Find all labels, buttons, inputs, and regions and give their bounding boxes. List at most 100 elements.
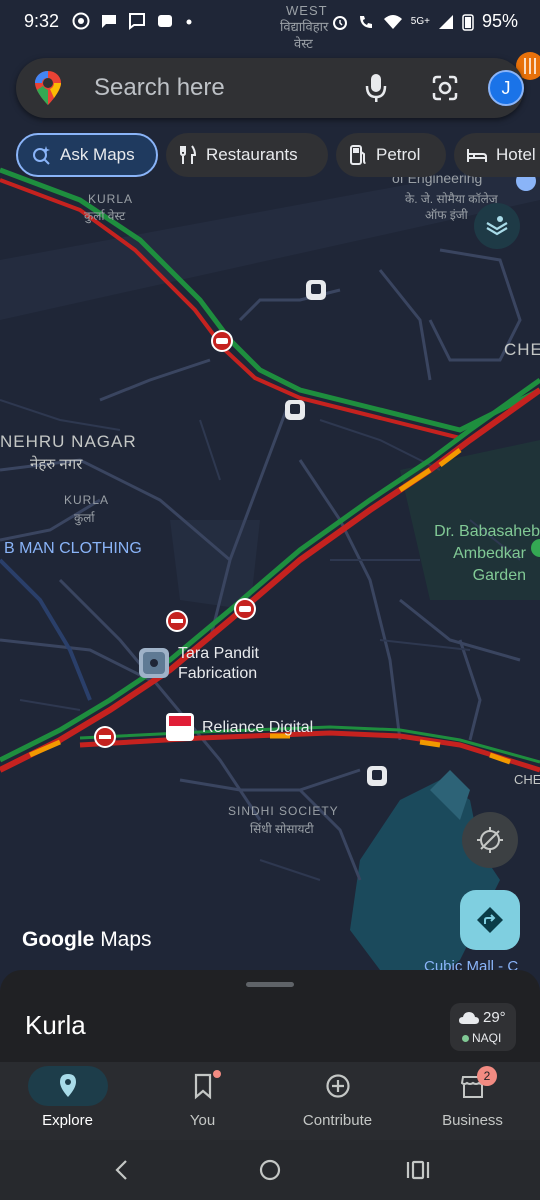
traffic-jam-icon[interactable] xyxy=(234,598,256,620)
directions-button[interactable] xyxy=(460,890,520,950)
whatsapp-icon xyxy=(72,12,90,30)
transit-station-icon[interactable] xyxy=(285,400,305,420)
aqi-label: NAQI xyxy=(472,1031,502,1045)
nav-label: Business xyxy=(442,1112,503,1129)
map-label-tara-pandit[interactable]: Tara Pandit Fabrication xyxy=(178,644,259,684)
map-label-sindhi-society: SINDHI SOCIETY xyxy=(228,804,339,818)
category-chips: Ask Maps Restaurants Petrol Hotel xyxy=(16,133,540,177)
status-bar: 9:32 5G+ 95% xyxy=(0,0,540,46)
traffic-jam-icon[interactable] xyxy=(211,330,233,352)
network-label: 5G+ xyxy=(410,16,430,27)
bottom-sheet[interactable]: Kurla 29° NAQI xyxy=(0,970,540,1062)
road-closed-icon[interactable] xyxy=(166,610,188,632)
google-lens-icon[interactable] xyxy=(430,73,460,103)
search-bar[interactable]: Search here J xyxy=(16,58,524,118)
sparkle-search-icon xyxy=(33,146,50,165)
map-label-ambedkar-garden[interactable]: Dr. Babasaheb Ambedkar Garden xyxy=(414,521,540,587)
aqi-indicator xyxy=(462,1035,469,1042)
google-maps-attribution: Google Maps xyxy=(22,928,152,952)
weather-chip[interactable]: 29° NAQI xyxy=(450,1003,516,1051)
dot-icon xyxy=(186,19,192,25)
signal-icon xyxy=(438,14,453,29)
chip-label: Petrol xyxy=(376,145,421,164)
search-input[interactable]: Search here xyxy=(94,74,225,102)
map-label-kurla-hindi: कुर्ला xyxy=(74,511,95,525)
nav-business[interactable]: 2 Business xyxy=(405,1062,540,1140)
location-pin-icon xyxy=(60,1074,76,1097)
attribution-maps: Maps xyxy=(100,928,152,951)
map-label-engineering-hindi: के. जे. सोमैया कॉलेज xyxy=(405,192,498,206)
nav-label: Explore xyxy=(42,1112,93,1129)
layers-icon xyxy=(486,216,508,236)
location-off-button[interactable] xyxy=(462,812,518,868)
chip-label: Restaurants xyxy=(206,145,298,164)
road-closed-icon[interactable] xyxy=(94,726,116,748)
map-label-che-bottom: CHE xyxy=(514,772,540,787)
weather-temperature: 29° xyxy=(483,1009,506,1026)
map-label-b-man-clothing[interactable]: B MAN CLOTHING xyxy=(4,540,142,558)
tara-line-1: Tara Pandit xyxy=(178,645,259,662)
google-maps-pin-logo xyxy=(35,71,61,105)
bookmark-icon xyxy=(194,1073,212,1100)
battery-icon xyxy=(462,13,474,31)
ambedkar-line-2: Ambedkar xyxy=(453,545,526,562)
reliance-digital-logo[interactable] xyxy=(166,713,194,741)
map-label-che-top: CHE xyxy=(504,340,540,359)
layers-button[interactable] xyxy=(474,203,520,249)
chip-restaurants[interactable]: Restaurants xyxy=(166,133,328,177)
nav-label: You xyxy=(189,1112,216,1129)
battery-percent: 95% xyxy=(481,11,518,31)
bed-icon xyxy=(467,149,487,162)
map-label-kurla: KURLA xyxy=(64,493,110,507)
place-marker-icon[interactable] xyxy=(139,648,169,678)
alarm-icon xyxy=(332,15,347,30)
microphone-icon[interactable] xyxy=(364,72,388,104)
transit-station-icon[interactable] xyxy=(306,280,326,300)
chip-label: Hotel xyxy=(496,145,536,164)
map-label-nehru-nagar-hindi: नेहरु नगर xyxy=(30,456,83,473)
status-time: 9:32 xyxy=(24,11,60,31)
notification-badge: 2 xyxy=(477,1066,497,1086)
nav-you[interactable]: You xyxy=(135,1062,270,1140)
map-label-reliance-digital[interactable]: Reliance Digital xyxy=(202,719,313,737)
location-disabled-icon xyxy=(477,827,503,853)
chat-icon xyxy=(102,15,116,28)
location-title: Kurla xyxy=(25,1010,86,1040)
account-avatar[interactable]: J xyxy=(488,70,524,106)
bottom-navigation: Explore You Contribute 2 Business xyxy=(0,1062,540,1140)
fuel-pump-icon xyxy=(350,145,366,165)
cloud-icon xyxy=(459,1012,479,1024)
home-icon[interactable] xyxy=(258,1158,282,1182)
transit-station-icon[interactable] xyxy=(367,766,387,786)
ambedkar-line-3: Garden xyxy=(472,567,526,584)
notification-dot xyxy=(213,1070,221,1078)
map-label-kurla-west-hindi: कुर्ला वेस्ट xyxy=(84,209,126,223)
ambedkar-line-1: Dr. Babasaheb xyxy=(434,523,540,540)
chip-label: Ask Maps xyxy=(60,145,135,164)
fork-knife-icon xyxy=(180,145,197,164)
status-system-icons: 5G+ 95% xyxy=(331,11,518,32)
map-label-nehru-nagar: NEHRU NAGAR xyxy=(0,432,137,451)
status-notification-icons xyxy=(72,12,194,30)
wifi-call-icon xyxy=(359,15,372,28)
chip-petrol[interactable]: Petrol xyxy=(336,133,446,177)
system-navigation-bar xyxy=(0,1140,540,1200)
recent-apps-icon[interactable] xyxy=(406,1158,430,1182)
nav-explore[interactable]: Explore xyxy=(0,1062,135,1140)
wifi-icon xyxy=(383,14,402,29)
drag-handle[interactable] xyxy=(246,982,294,987)
directions-icon xyxy=(477,907,503,933)
tara-line-2: Fabrication xyxy=(178,665,258,682)
map-label-engineering-hindi-2: ऑफ इंजी xyxy=(425,208,468,222)
map-label-sindhi-society-hindi: सिंधी सोसायटी xyxy=(250,822,314,836)
back-icon[interactable] xyxy=(112,1158,132,1182)
chip-hotels[interactable]: Hotel xyxy=(454,133,540,177)
add-circle-icon xyxy=(326,1074,350,1098)
attribution-google: Google xyxy=(22,928,95,951)
nav-contribute[interactable]: Contribute xyxy=(270,1062,405,1140)
app-icon xyxy=(158,15,172,27)
message-icon xyxy=(129,13,145,30)
chip-ask-maps[interactable]: Ask Maps xyxy=(16,133,158,177)
nav-label: Contribute xyxy=(302,1112,373,1129)
map-label-kurla-west: KURLA xyxy=(88,192,134,206)
